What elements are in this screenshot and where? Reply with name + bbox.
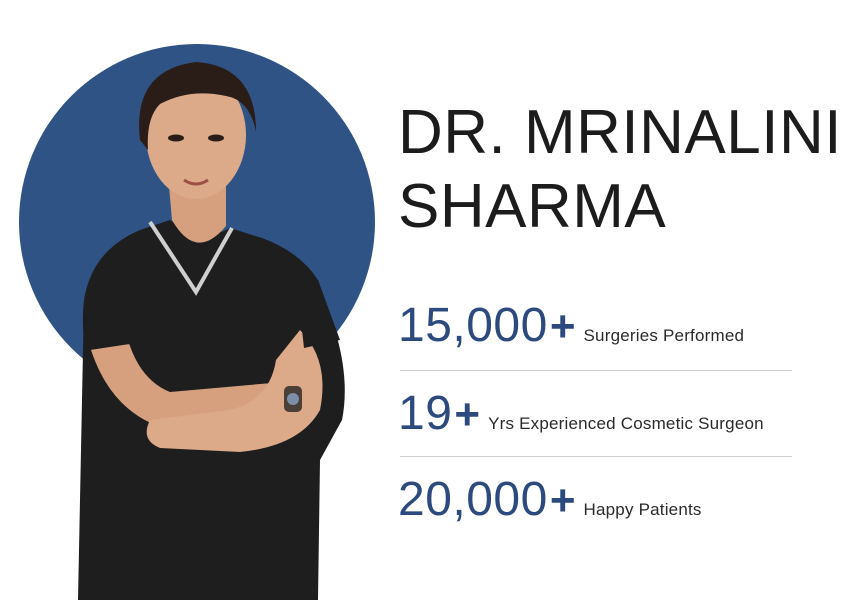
- stat-plus: +: [549, 302, 576, 351]
- stat-number: 20,000: [398, 473, 548, 526]
- stat-patients: 20,000 + Happy Patients: [398, 472, 702, 527]
- stat-label: Yrs Experienced Cosmetic Surgeon: [488, 414, 764, 433]
- doctor-portrait: [0, 0, 400, 600]
- doctor-name: DR. MRINALINI SHARMA: [398, 96, 848, 244]
- doctor-name-line-1: DR. MRINALINI: [398, 98, 842, 167]
- profile-banner: DR. MRINALINI SHARMA 15,000 + Surgeries …: [0, 0, 852, 600]
- watch-face: [287, 393, 299, 405]
- stat-divider: [400, 370, 792, 371]
- stat-number: 19: [398, 387, 453, 440]
- stat-divider: [400, 456, 792, 457]
- left-eye: [168, 134, 184, 142]
- stat-plus: +: [549, 476, 576, 525]
- stat-surgeries: 15,000 + Surgeries Performed: [398, 298, 744, 353]
- stat-experience: 19 + Yrs Experienced Cosmetic Surgeon: [398, 386, 764, 441]
- stat-plus: +: [454, 390, 481, 439]
- stat-label: Happy Patients: [583, 500, 702, 519]
- right-eye: [208, 134, 224, 142]
- doctor-name-line-2: SHARMA: [398, 172, 667, 241]
- stat-number: 15,000: [398, 299, 548, 352]
- portrait-illustration: [19, 44, 375, 600]
- stat-label: Surgeries Performed: [583, 326, 745, 345]
